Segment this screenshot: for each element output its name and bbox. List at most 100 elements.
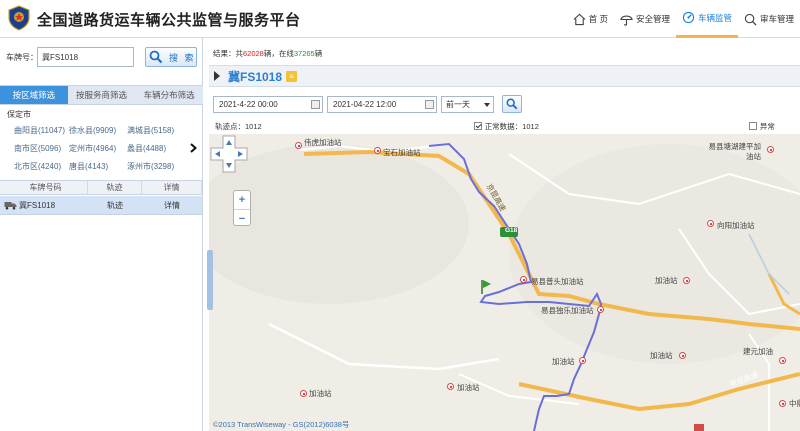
nav-safety-label: 安全管理 — [635, 14, 670, 24]
start-time-value: 2021-4-22 00:00 — [219, 99, 278, 109]
zoom-in-button[interactable]: + — [234, 191, 250, 209]
search-icon — [744, 13, 757, 26]
umbrella-icon — [620, 14, 633, 26]
city-name: 保定市 — [7, 110, 31, 119]
vehicle-title-bar: 冀FS1018 ≡ — [209, 65, 800, 87]
tab-distribution[interactable]: 车辆分布筛选 — [135, 86, 203, 104]
county-link[interactable]: 徐水县(9909) — [69, 125, 127, 136]
gas-station-icon[interactable] — [300, 390, 307, 397]
start-time-field[interactable]: 2021-4-22 00:00 — [213, 95, 323, 113]
app-header: 全国道路货运车辆公共监管与服务平台 首 页 安全管理 车辆监管 审车管理 — [0, 0, 800, 38]
collapse-triangle-icon[interactable] — [214, 71, 220, 81]
gas-station-icon[interactable] — [707, 220, 714, 227]
gas-station-icon[interactable] — [520, 276, 527, 283]
search-button-label: 搜 索 — [169, 52, 196, 63]
map-view[interactable]: G18 京昆高速 京昆高速 伟虎加油站 宝石加油站 易县塘湖建平加油站 向阳加油… — [209, 134, 800, 431]
tab-region[interactable]: 按区域筛选 — [0, 86, 68, 104]
poi-label: 加油站 — [650, 351, 673, 360]
top-nav: 首 页 安全管理 车辆监管 审车管理 — [567, 0, 800, 38]
nav-vehicle-monitor-label: 车辆监管 — [697, 12, 732, 23]
next-page-arrow-icon[interactable] — [190, 143, 198, 156]
nav-home-label: 首 页 — [588, 14, 608, 24]
row-detail-link[interactable]: 详情 — [142, 196, 202, 214]
gas-station-icon[interactable] — [767, 146, 774, 153]
left-panel: 车牌号： 搜 索 按区域筛选 按服务商筛选 车辆分布筛选 保定市 曲阳县(110… — [0, 38, 203, 431]
pan-control[interactable] — [209, 134, 249, 174]
vehicle-info-badge[interactable]: ≡ — [286, 70, 298, 82]
poi-label: 易县普头加油站 — [531, 277, 584, 286]
tab-provider[interactable]: 按服务商筛选 — [68, 86, 136, 104]
column-plate: 车牌号码 — [0, 181, 88, 194]
table-row[interactable]: 冀FS1018 轨迹 详情 — [0, 196, 202, 215]
result-mid: 辆，在线 — [263, 48, 294, 58]
gas-station-icon[interactable] — [374, 147, 381, 154]
poi-label: 加油站 — [309, 389, 332, 398]
map-copyright: ©2013 TransWiseway - GS(2012)6038号 — [213, 420, 350, 429]
dashboard-icon — [682, 11, 695, 24]
police-emblem-icon — [8, 5, 30, 31]
row-plate: 冀FS1018 — [19, 200, 56, 210]
gas-station-icon[interactable] — [447, 383, 454, 390]
panel-collapse-handle[interactable] — [207, 250, 213, 310]
zoom-out-button[interactable]: − — [234, 209, 250, 227]
column-track: 轨迹 — [88, 181, 142, 194]
normal-data-checkbox[interactable] — [473, 122, 482, 130]
gas-station-icon[interactable] — [779, 400, 786, 407]
nav-safety[interactable]: 安全管理 — [614, 0, 676, 38]
result-online: 37265 — [293, 48, 315, 58]
vehicle-plate-title: 冀FS1018 — [228, 69, 283, 84]
nav-inspection-label: 审车管理 — [759, 14, 794, 24]
period-select[interactable]: 前一天 — [441, 95, 494, 113]
column-detail: 详情 — [142, 181, 202, 194]
gas-station-icon[interactable] — [579, 357, 586, 364]
gas-station-icon[interactable] — [679, 352, 686, 359]
gas-station-icon[interactable] — [295, 142, 302, 149]
vehicle-grid-header: 车牌号码 轨迹 详情 — [0, 180, 202, 195]
filter-tabs: 按区域筛选 按服务商筛选 车辆分布筛选 — [0, 85, 203, 105]
nav-vehicle-monitor[interactable]: 车辆监管 — [675, 0, 738, 38]
home-icon — [573, 13, 586, 25]
track-info-bar: 轨迹点：1012 正常数据：1012 异常 — [209, 119, 800, 133]
end-time-field[interactable]: 2021-04-22 12:00 — [327, 95, 437, 113]
plate-label: 车牌号： — [6, 53, 38, 62]
row-plate-cell: 冀FS1018 — [0, 196, 88, 214]
zoom-control: + − — [233, 190, 251, 226]
truck-icon — [4, 201, 17, 209]
result-summary: 结果：共 62028 辆，在线 37265 辆 — [209, 46, 800, 60]
result-prefix: 结果：共 — [213, 48, 243, 58]
calendar-icon[interactable] — [311, 99, 320, 109]
gas-station-icon[interactable] — [779, 357, 786, 364]
poi-label: 易县独乐加油站 — [541, 306, 594, 315]
county-link[interactable]: 唐县(4143) — [69, 161, 127, 172]
plate-search-input[interactable] — [37, 47, 134, 67]
county-link[interactable]: 蠡县(4488) — [127, 143, 190, 154]
search-button[interactable]: 搜 索 — [145, 47, 197, 67]
query-button[interactable] — [502, 95, 522, 113]
county-link[interactable]: 满城县(5158) — [127, 125, 190, 136]
county-link[interactable]: 曲阳县(11047) — [14, 125, 69, 136]
county-link[interactable]: 涿州市(3298) — [127, 161, 190, 172]
period-select-value: 前一天 — [446, 99, 470, 109]
poi-label: 加油站 — [552, 357, 575, 366]
poi-label: 伟虎加油站 — [304, 138, 342, 147]
abnormal-data-checkbox[interactable] — [748, 122, 757, 130]
calendar-icon[interactable] — [425, 99, 434, 109]
row-track-link[interactable]: 轨迹 — [88, 196, 142, 214]
result-total: 62028 — [243, 48, 264, 58]
nav-inspection[interactable]: 审车管理 — [738, 0, 800, 38]
abnormal-data-label: 异常 — [759, 121, 775, 131]
gas-station-icon[interactable] — [597, 306, 604, 313]
poi-label: 加油站 — [655, 276, 678, 285]
county-link[interactable]: 定州市(4964) — [69, 143, 127, 154]
time-filter-bar: 2021-4-22 00:00 2021-04-22 12:00 前一天 — [209, 91, 800, 117]
gas-station-icon[interactable] — [683, 277, 690, 284]
chevron-down-icon — [484, 102, 490, 107]
result-suffix: 辆 — [314, 48, 323, 58]
normal-data-label: 正常数据：1012 — [484, 121, 539, 131]
map-roads — [209, 142, 800, 431]
nav-home[interactable]: 首 页 — [567, 0, 614, 38]
track-points: 轨迹点：1012 — [215, 121, 262, 131]
county-link[interactable]: 北市区(4240) — [14, 161, 69, 172]
app-title: 全国道路货运车辆公共监管与服务平台 — [37, 12, 301, 29]
county-link[interactable]: 南市区(5096) — [14, 143, 69, 154]
